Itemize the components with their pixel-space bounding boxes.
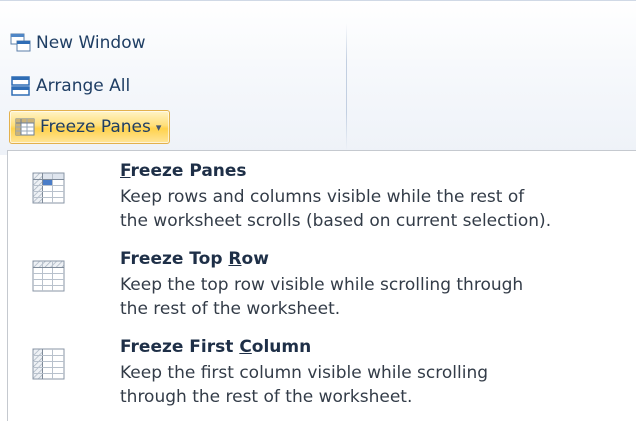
title-text: reeze Panes <box>130 161 247 181</box>
new-window-button[interactable]: New Window <box>10 27 146 59</box>
accelerator-key: R <box>228 249 242 269</box>
title-text: Freeze First <box>120 337 240 357</box>
freeze-panes-label: Freeze Panes <box>40 117 151 137</box>
group-separator <box>346 23 347 151</box>
menu-item-description: Keep rows and columns visible while the … <box>120 185 551 233</box>
freeze-top-row-grid-icon <box>32 260 65 292</box>
description-line: through the rest of the worksheet. <box>120 387 413 407</box>
freeze-first-column-grid-icon <box>32 348 65 380</box>
new-window-label: New Window <box>36 33 146 53</box>
menu-item-title: Freeze First Column <box>120 337 311 357</box>
title-text: olumn <box>251 337 312 357</box>
menu-item-title: Freeze Panes <box>120 161 247 181</box>
accelerator-key: F <box>120 161 131 181</box>
chevron-down-icon: ▾ <box>155 120 162 134</box>
freeze-panes-icon <box>15 118 35 136</box>
menu-item-freeze-top-row[interactable]: Freeze Top Row Keep the top row visible … <box>8 247 636 335</box>
menu-item-freeze-panes[interactable]: Freeze Panes Keep rows and columns visib… <box>8 159 636 247</box>
menu-item-freeze-first-column[interactable]: Freeze First Column Keep the first colum… <box>8 335 636 423</box>
freeze-panes-menu: Freeze Panes Keep rows and columns visib… <box>7 150 636 421</box>
menu-item-description: Keep the first column visible while scro… <box>120 361 488 409</box>
freeze-panes-dropdown-button[interactable]: Freeze Panes ▾ <box>9 110 171 144</box>
menu-item-title: Freeze Top Row <box>120 249 269 269</box>
freeze-panes-grid-icon <box>32 172 65 204</box>
title-text: Freeze Top <box>120 249 229 269</box>
arrange-all-button[interactable]: Arrange All <box>10 70 130 102</box>
description-line: Keep the first column visible while scro… <box>120 363 489 383</box>
description-line: Keep rows and columns visible while the … <box>120 187 525 207</box>
arrange-all-label: Arrange All <box>36 76 131 96</box>
arrange-all-icon <box>11 76 30 96</box>
description-line: Keep the top row visible while scrolling… <box>120 275 524 295</box>
new-window-icon <box>10 33 31 52</box>
accelerator-key: C <box>239 337 252 357</box>
description-line: the worksheet scrolls (based on current … <box>120 211 552 231</box>
view-ribbon-window-group: New Window Arrange All Freeze Panes ▾ <box>0 0 636 155</box>
description-line: the rest of the worksheet. <box>120 299 341 319</box>
title-text: ow <box>241 249 269 269</box>
menu-item-description: Keep the top row visible while scrolling… <box>120 273 523 321</box>
